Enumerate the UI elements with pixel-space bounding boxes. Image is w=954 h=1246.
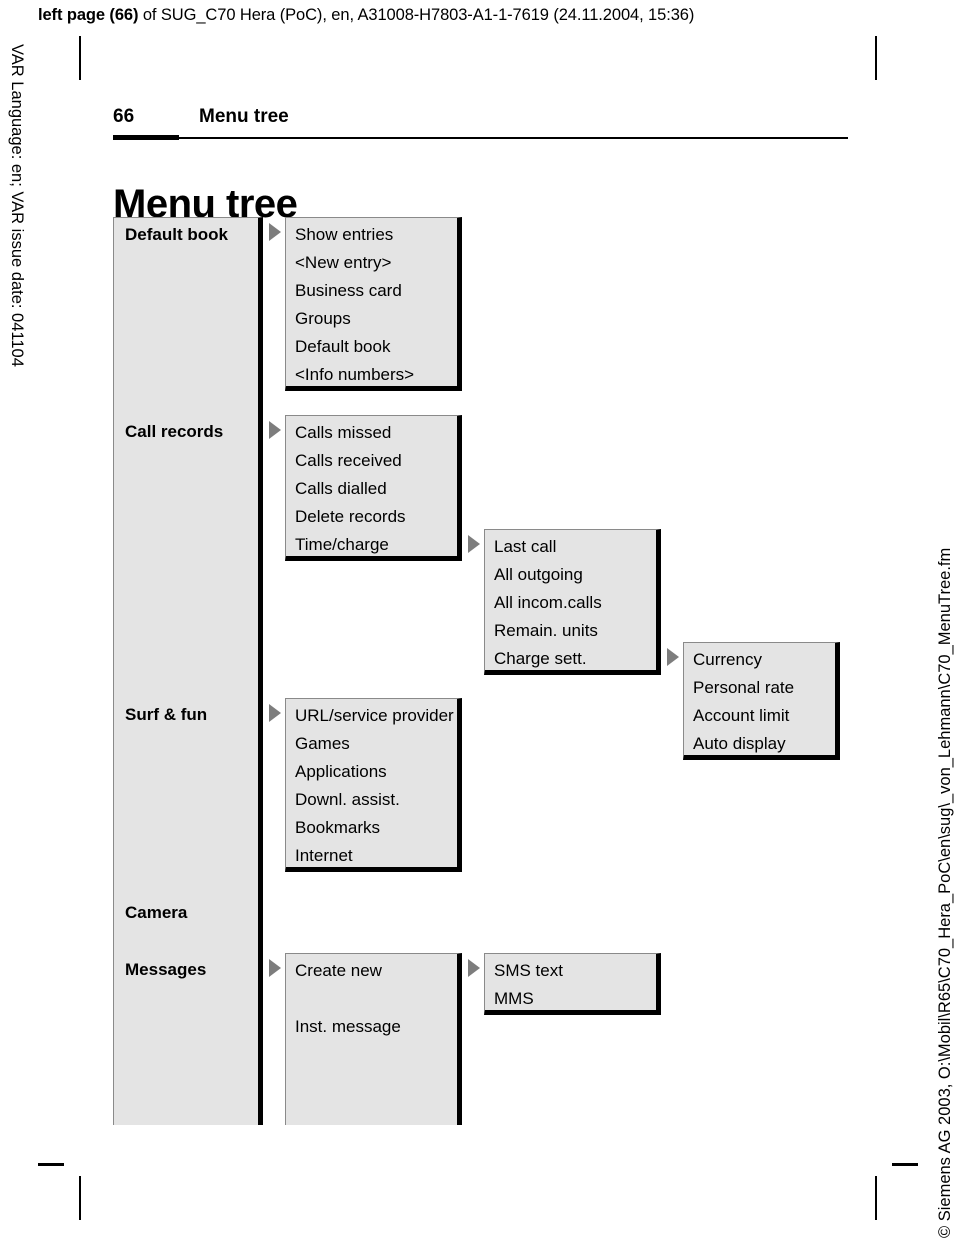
- submenu-item[interactable]: All incom.calls: [494, 594, 602, 611]
- submenu-item[interactable]: Downl. assist.: [295, 791, 400, 808]
- submenu-item[interactable]: Games: [295, 735, 350, 752]
- submenu-item[interactable]: Inst. message: [295, 1018, 401, 1035]
- menu-item-camera[interactable]: Camera: [125, 904, 187, 921]
- submenu-item[interactable]: Remain. units: [494, 622, 598, 639]
- submenu-charge-sett: Currency Personal rate Account limit Aut…: [683, 642, 840, 760]
- menu-level1-column: Default book Call records Surf & fun Cam…: [113, 217, 263, 1125]
- connector-arrow-call-records: [269, 421, 281, 439]
- submenu-item[interactable]: <Info numbers>: [295, 366, 414, 383]
- submenu-time-charge: Last call All outgoing All incom.calls R…: [484, 529, 661, 675]
- submenu-item[interactable]: Currency: [693, 651, 762, 668]
- submenu-item[interactable]: <New entry>: [295, 254, 391, 271]
- submenu-item[interactable]: Calls received: [295, 452, 402, 469]
- submenu-create-new: SMS text MMS: [484, 953, 661, 1015]
- submenu-item[interactable]: Create new: [295, 962, 382, 979]
- submenu-item[interactable]: Show entries: [295, 226, 393, 243]
- submenu-call-records: Calls missed Calls received Calls dialle…: [285, 415, 462, 561]
- menu-item-surf-and-fun[interactable]: Surf & fun: [125, 706, 207, 723]
- submenu-item[interactable]: Business card: [295, 282, 402, 299]
- menu-item-call-records[interactable]: Call records: [125, 423, 223, 440]
- submenu-item[interactable]: Delete records: [295, 508, 406, 525]
- connector-arrow-surf-and-fun: [269, 704, 281, 722]
- submenu-item[interactable]: MMS: [494, 990, 534, 1007]
- submenu-item[interactable]: Calls missed: [295, 424, 391, 441]
- submenu-item[interactable]: Calls dialled: [295, 480, 387, 497]
- connector-arrow-create-new: [468, 959, 480, 977]
- submenu-item[interactable]: Groups: [295, 310, 351, 327]
- connector-arrow-default-book: [269, 223, 281, 241]
- connector-arrow-charge-sett: [667, 648, 679, 666]
- submenu-messages: Create new Inst. message: [285, 953, 462, 1125]
- submenu-item[interactable]: All outgoing: [494, 566, 583, 583]
- submenu-item[interactable]: Applications: [295, 763, 387, 780]
- connector-arrow-time-charge: [468, 535, 480, 553]
- submenu-item[interactable]: Auto display: [693, 735, 786, 752]
- submenu-item[interactable]: Internet: [295, 847, 353, 864]
- submenu-item[interactable]: Personal rate: [693, 679, 794, 696]
- submenu-item[interactable]: Last call: [494, 538, 556, 555]
- submenu-item[interactable]: SMS text: [494, 962, 563, 979]
- submenu-item[interactable]: Bookmarks: [295, 819, 380, 836]
- submenu-item[interactable]: Default book: [295, 338, 390, 355]
- menu-tree-diagram: Default book Call records Surf & fun Cam…: [0, 0, 954, 1246]
- submenu-item[interactable]: Time/charge: [295, 536, 389, 553]
- submenu-default-book: Show entries <New entry> Business card G…: [285, 217, 462, 391]
- submenu-item[interactable]: URL/service provider: [295, 707, 454, 724]
- submenu-item[interactable]: Charge sett.: [494, 650, 587, 667]
- connector-arrow-messages: [269, 959, 281, 977]
- menu-item-messages[interactable]: Messages: [125, 961, 206, 978]
- submenu-surf-and-fun: URL/service provider Games Applications …: [285, 698, 462, 872]
- menu-item-default-book[interactable]: Default book: [125, 226, 228, 243]
- submenu-item[interactable]: Account limit: [693, 707, 789, 724]
